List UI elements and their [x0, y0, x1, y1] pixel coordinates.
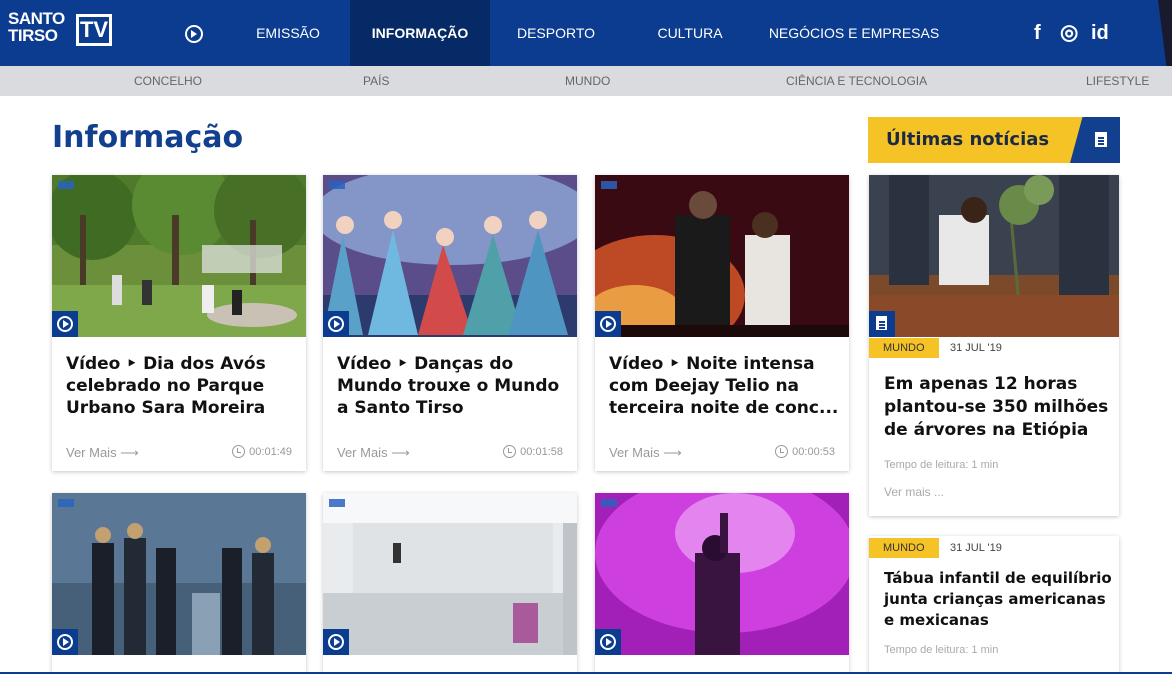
video-thumbnail-store[interactable] [323, 493, 577, 655]
nav-informacao[interactable]: INFORMAÇÃO [350, 0, 490, 66]
latest-news-header: Últimas notícias [868, 117, 1120, 163]
logo-tv-box: TV [76, 14, 112, 46]
category-tag[interactable]: MUNDO [869, 338, 939, 358]
see-more-link[interactable]: Ver Mais ⟶ [337, 445, 410, 461]
duration-text: 00:01:58 [520, 445, 563, 458]
id-icon[interactable]: id [1091, 22, 1109, 44]
subnav-mundo[interactable]: MUNDO [565, 66, 610, 96]
card-title[interactable]: Vídeo ‣ Noite intensa com Deejay Telio n… [609, 353, 839, 419]
santo-tirso-tv-logo[interactable]: SANTO TIRSO TV [8, 10, 112, 54]
news-item[interactable]: MUNDO 31 JUL '19 Tábua infantil de equil… [869, 536, 1119, 674]
nav-desporto[interactable]: DESPORTO [510, 0, 602, 66]
see-more-link[interactable]: Ver Mais ⟶ [609, 445, 682, 461]
news-title[interactable]: Tábua infantil de equilíbrio junta crian… [884, 568, 1112, 631]
channel-watermark [329, 181, 345, 189]
see-more-link[interactable]: Ver mais ... [884, 485, 944, 499]
channel-watermark [58, 181, 74, 189]
play-circle-icon[interactable] [52, 629, 78, 655]
document-icon [1070, 117, 1120, 163]
latest-news-heading: Últimas notícias [886, 129, 1050, 150]
video-duration: 00:01:49 [232, 445, 292, 458]
channel-watermark [601, 181, 617, 189]
news-image-tree-planting[interactable] [869, 175, 1119, 337]
news-date: 31 JUL '19 [950, 342, 1002, 354]
video-thumbnail-performer[interactable] [595, 493, 849, 655]
video-thumbnail-ceremony[interactable] [52, 493, 306, 655]
play-circle-icon[interactable] [595, 311, 621, 337]
channel-watermark [58, 499, 74, 507]
logo-line-2: TIRSO [8, 26, 58, 45]
reading-time: Tempo de leitura: 1 min [884, 644, 999, 656]
clock-icon [232, 445, 246, 458]
clock-icon [503, 445, 517, 458]
document-icon [869, 311, 895, 337]
subnav-pais[interactable]: PAÍS [363, 66, 389, 96]
logo-line-1: SANTO [8, 9, 65, 28]
duration-text: 00:01:49 [249, 445, 292, 458]
play-circle-icon[interactable] [323, 311, 349, 337]
news-title[interactable]: Em apenas 12 horas plantou-se 350 milhõe… [884, 373, 1112, 442]
subnav-concelho[interactable]: CONCELHO [134, 66, 202, 96]
reading-time: Tempo de leitura: 1 min [884, 459, 999, 471]
video-duration: 00:01:58 [503, 445, 563, 458]
document-glyph [1095, 132, 1107, 147]
nav-negocios-empresas[interactable]: NEGÓCIOS E EMPRESAS [769, 0, 939, 66]
play-circle-icon[interactable] [52, 311, 78, 337]
duration-text: 00:00:53 [792, 445, 835, 458]
document-glyph [876, 316, 887, 330]
logo-wordmark: SANTO TIRSO [8, 10, 65, 44]
card-title[interactable]: Vídeo ‣ Dia dos Avós celebrado no Parque… [66, 353, 296, 419]
news-item[interactable]: MUNDO 31 JUL '19 Em apenas 12 horas plan… [869, 175, 1119, 516]
instagram-icon[interactable]: ◎ [1060, 22, 1078, 44]
news-date: 31 JUL '19 [950, 542, 1002, 554]
clock-icon [775, 445, 789, 458]
category-tag[interactable]: MUNDO [869, 538, 939, 558]
video-duration: 00:00:53 [775, 445, 835, 458]
nav-emissao[interactable]: EMISSÃO [246, 0, 330, 66]
video-card[interactable]: Vídeo ‣ Dia dos Avós celebrado no Parque… [52, 175, 306, 471]
top-navigation-bar: SANTO TIRSO TV EMISSÃO INFORMAÇÃO DESPOR… [0, 0, 1172, 66]
play-circle-icon[interactable] [185, 25, 203, 43]
video-card[interactable] [52, 493, 306, 674]
channel-watermark [329, 499, 345, 507]
video-thumbnail-dances[interactable] [323, 175, 577, 337]
video-card[interactable] [323, 493, 577, 674]
channel-watermark [601, 499, 617, 507]
video-card[interactable]: Vídeo ‣ Noite intensa com Deejay Telio n… [595, 175, 849, 471]
see-more-link[interactable]: Ver Mais ⟶ [66, 445, 139, 461]
subnav-lifestyle[interactable]: LIFESTYLE [1086, 66, 1149, 96]
sub-navigation-bar: CONCELHO PAÍS MUNDO CIÊNCIA E TECNOLOGIA… [0, 66, 1172, 96]
subnav-ciencia-tecnologia[interactable]: CIÊNCIA E TECNOLOGIA [786, 66, 927, 96]
video-card[interactable] [595, 493, 849, 674]
play-circle-icon[interactable] [595, 629, 621, 655]
card-title[interactable]: Vídeo ‣ Danças do Mundo trouxe o Mundo a… [337, 353, 567, 419]
facebook-icon[interactable]: f [1034, 22, 1041, 44]
play-circle-icon[interactable] [323, 629, 349, 655]
video-thumbnail-concert[interactable] [595, 175, 849, 337]
video-card[interactable]: Vídeo ‣ Danças do Mundo trouxe o Mundo a… [323, 175, 577, 471]
video-thumbnail-park[interactable] [52, 175, 306, 337]
nav-cultura[interactable]: CULTURA [648, 0, 732, 66]
page-title: Informação [52, 120, 244, 155]
